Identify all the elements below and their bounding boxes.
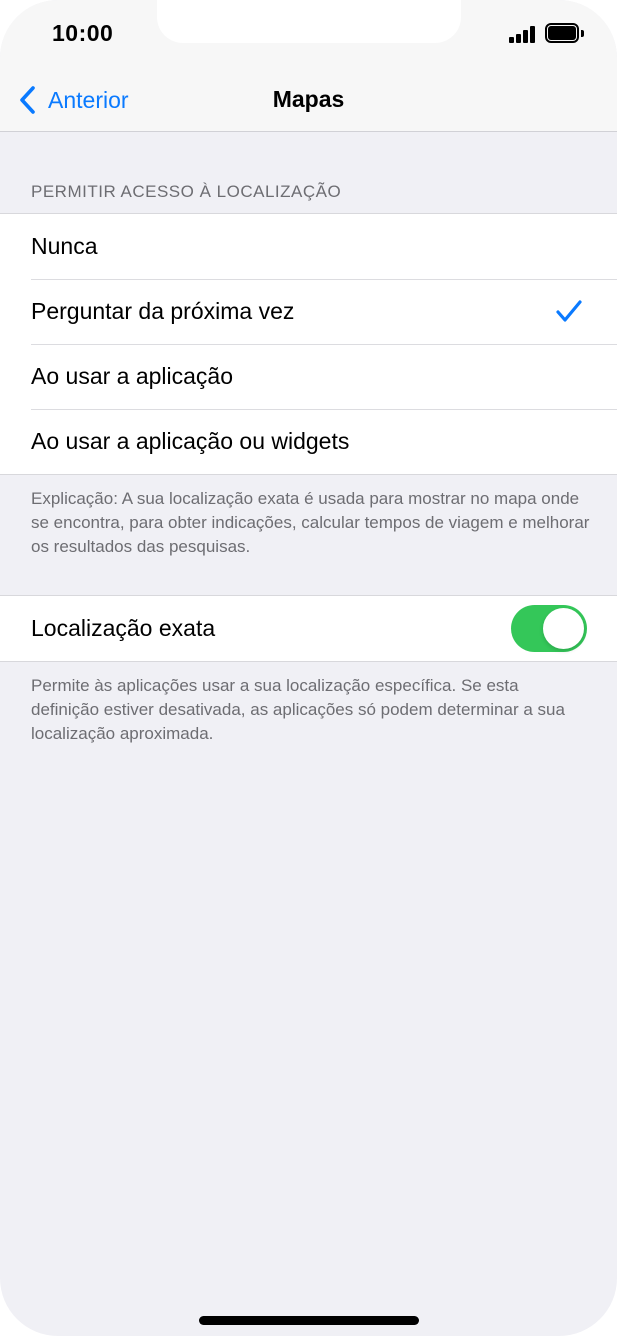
precise-location-label: Localização exata: [31, 615, 216, 641]
phone-screen: 10:00 Anterior Mapas PERMITIR ACESSO À L…: [0, 0, 617, 1336]
option-ask-next-time[interactable]: Perguntar da próxima vez: [0, 279, 617, 344]
precise-location-explanation: Permite às aplicações usar a sua localiz…: [31, 676, 565, 743]
precise-location-group: Localização exata: [0, 595, 617, 662]
option-label: Nunca: [31, 233, 98, 259]
option-while-using-app-or-widgets[interactable]: Ao usar a aplicação ou widgets: [0, 409, 617, 474]
precise-location-row: Localização exata: [0, 596, 617, 661]
navigation-bar: Anterior Mapas: [0, 70, 617, 132]
option-label: Ao usar a aplicação: [31, 363, 234, 389]
option-label: Ao usar a aplicação ou widgets: [31, 428, 350, 454]
status-bar: 10:00: [0, 0, 617, 70]
option-while-using-app[interactable]: Ao usar a aplicação: [0, 344, 617, 409]
location-access-explanation: Explicação: A sua localização exata é us…: [31, 489, 590, 556]
section-header-location-access: PERMITIR ACESSO À LOCALIZAÇÃO: [31, 182, 342, 201]
battery-icon: [545, 23, 584, 43]
location-access-options: Nunca Perguntar da próxima vez Ao usar a…: [0, 213, 617, 475]
precise-location-toggle[interactable]: [511, 605, 587, 652]
home-indicator[interactable]: [199, 1316, 419, 1325]
option-never[interactable]: Nunca: [0, 214, 617, 279]
notch: [157, 0, 461, 43]
toggle-knob: [543, 608, 584, 649]
page-title: Mapas: [272, 86, 345, 112]
signal-icon: [509, 26, 537, 43]
option-label: Perguntar da próxima vez: [31, 298, 295, 324]
checkmark-icon: [556, 300, 582, 322]
status-time: 10:00: [52, 20, 114, 46]
